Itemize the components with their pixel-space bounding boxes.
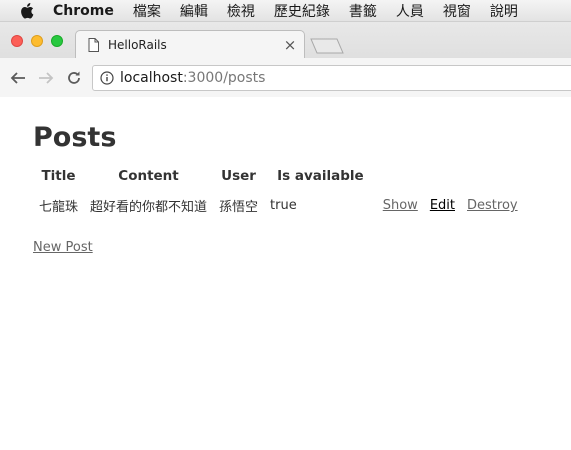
- window-controls: [11, 35, 71, 47]
- cell-show: Show: [377, 190, 424, 221]
- cell-content: 超好看的你都不知道: [90, 200, 208, 215]
- browser-tab[interactable]: HelloRails ×: [75, 30, 305, 58]
- menu-window[interactable]: 視窗: [443, 1, 471, 21]
- menu-view[interactable]: 檢視: [227, 1, 255, 21]
- new-post-link[interactable]: New Post: [33, 240, 93, 255]
- menu-file[interactable]: 檔案: [133, 1, 161, 21]
- table-header-row: Title Content User Is available: [33, 164, 524, 190]
- browser-toolbar: localhost:3000/posts: [0, 58, 571, 97]
- cell-edit: Edit: [424, 190, 461, 221]
- page-title: Posts: [33, 122, 117, 153]
- new-tab-button[interactable]: [310, 38, 344, 54]
- apple-logo-icon[interactable]: [19, 2, 35, 19]
- forward-arrow-icon[interactable]: [35, 67, 57, 89]
- column-header-is-available: Is available: [277, 168, 364, 184]
- menu-app-chrome[interactable]: Chrome: [53, 3, 114, 19]
- cell-user: 孫悟空: [219, 200, 259, 215]
- show-link[interactable]: Show: [383, 198, 418, 213]
- tab-title: HelloRails: [108, 37, 167, 52]
- reload-icon[interactable]: [63, 67, 85, 89]
- menu-history[interactable]: 歷史紀錄: [274, 1, 330, 21]
- column-header-title: Title: [41, 168, 76, 184]
- url-host: localhost: [120, 70, 183, 86]
- column-header-content: Content: [118, 168, 179, 184]
- close-window-button[interactable]: [11, 35, 23, 47]
- menu-people[interactable]: 人員: [396, 1, 424, 21]
- menu-edit[interactable]: 編輯: [180, 1, 208, 21]
- edit-link[interactable]: Edit: [430, 198, 455, 213]
- menu-bookmarks[interactable]: 書籤: [349, 1, 377, 21]
- browser-chrome: HelloRails × localhost:3000/posts: [0, 22, 571, 97]
- zoom-window-button[interactable]: [51, 35, 63, 47]
- back-arrow-icon[interactable]: [7, 67, 29, 89]
- url-path: :3000/posts: [182, 70, 266, 86]
- cell-title: 七龍珠: [39, 200, 79, 215]
- info-icon[interactable]: [100, 71, 114, 85]
- menu-help[interactable]: 說明: [490, 1, 518, 21]
- macos-menu-bar: Chrome 檔案 編輯 檢視 歷史紀錄 書籤 人員 視窗 說明: [0, 0, 571, 22]
- cell-destroy: Destroy: [461, 190, 524, 221]
- column-header-user: User: [221, 168, 256, 184]
- destroy-link[interactable]: Destroy: [467, 198, 518, 213]
- address-bar[interactable]: localhost:3000/posts: [92, 65, 571, 91]
- cell-is-available: true: [270, 198, 297, 213]
- page-content: Posts Title Content User Is available 七龍…: [0, 98, 571, 450]
- column-header-actions: [377, 164, 524, 190]
- document-icon: [88, 37, 99, 52]
- posts-table: Title Content User Is available 七龍珠 超好看的…: [33, 164, 524, 221]
- close-icon[interactable]: ×: [282, 36, 298, 54]
- table-row: 七龍珠 超好看的你都不知道 孫悟空 true Show Edit Destroy: [33, 190, 524, 221]
- minimize-window-button[interactable]: [31, 35, 43, 47]
